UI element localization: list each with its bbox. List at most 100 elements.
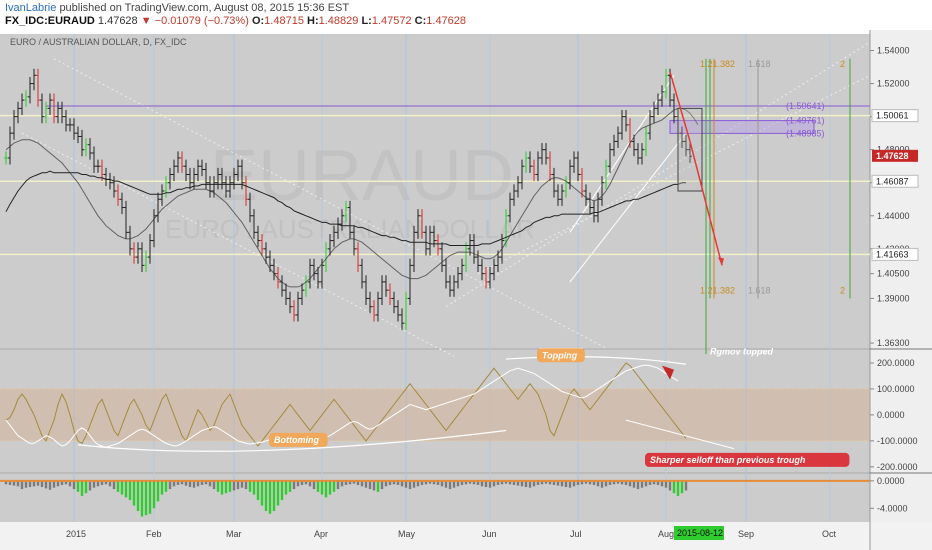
histogram-bar [680,480,684,494]
fib-label-bottom: 1.618 [748,285,771,295]
histogram-bar [232,480,236,491]
time-tick-label: Oct [822,529,837,539]
histogram-bar [288,480,292,492]
histogram-bar [136,480,140,512]
histogram-bar [684,480,688,491]
histogram-bar [568,480,572,488]
histogram-bar [252,480,256,495]
oscillator-tick-label: -100.0000 [877,436,918,446]
histogram-bar [220,480,224,495]
level-tag-label: 1.50061 [876,111,909,121]
low-value: 1.47572 [371,15,412,27]
histogram-bar [144,480,148,516]
histogram-bar [284,480,288,495]
histogram-bar [224,480,228,494]
histogram-bar [636,480,640,490]
histogram-bar [168,480,172,490]
price-tick-label: 1.40500 [877,269,910,279]
close-label: C: [414,15,427,27]
histogram-bar [600,480,604,488]
chart-title: EURO / AUSTRALIAN DOLLAR, D, FX_IDC [10,37,187,47]
time-tick-label: May [398,529,416,539]
symbol-label[interactable]: FX_IDC:EURAUD [5,15,95,27]
price-tick-label: 1.44000 [877,211,910,221]
low-label: L: [361,15,372,27]
histogram-bar [328,480,332,495]
zone-label: (1.48985) [786,128,825,138]
fib-label-top: 2 [840,59,845,69]
zone-label: (1.49761) [786,116,825,126]
histogram-bar [92,480,96,488]
time-tick-label: Feb [146,529,162,539]
published-text: published on TradingView.com, August 08,… [59,2,350,14]
oscillator-tick-label: -200.0000 [877,462,918,472]
histogram-bar [332,480,336,492]
histogram-bar [368,480,372,490]
time-tick-label: Jun [482,529,497,539]
histogram-bar [632,480,636,488]
time-tick-label: Aug [658,529,674,539]
down-arrow-icon: ▼ [140,15,152,27]
histogram-bar [376,480,380,492]
histogram-bar [212,480,216,490]
histogram-bar [160,480,164,495]
histogram-bar [324,480,328,498]
histogram-bar [124,480,128,498]
zone-label: (1.50641) [786,101,825,111]
histogram-bar [320,480,324,495]
histogram-bar [20,480,24,490]
histogram-tick-label: 0.0000 [877,476,905,486]
histogram-bar [408,480,412,490]
time-tick-label: Mar [226,529,242,539]
price-tick-label: 1.52000 [877,79,910,89]
histogram-bar [664,480,668,488]
histogram-bar [268,480,272,514]
oscillator-band [0,388,870,441]
histogram-bar [448,480,452,490]
histogram-bar [676,480,680,496]
histogram-bar [248,480,252,492]
histogram-bar [312,480,316,490]
histogram-bar [272,480,276,512]
time-axis-bg [0,522,932,550]
oscillator-tick-label: 0.0000 [877,410,905,420]
close-value: 1.47628 [426,15,467,27]
author-link[interactable]: IvanLabrie [5,2,56,14]
histogram-bar [52,480,56,488]
histogram-bar [380,480,384,490]
histogram-bar [452,480,456,488]
histogram-bar [404,480,408,488]
time-tick-label: Apr [314,529,328,539]
histogram-bar [228,480,232,492]
histogram-bar [488,480,492,488]
price-tick-label: 1.39000 [877,293,910,303]
oscillator-tick-label: 200.0000 [877,358,915,368]
histogram-bar [444,480,448,488]
histogram-bar [264,480,268,512]
price-tick-label: 1.36300 [877,338,910,348]
histogram-bar [84,480,88,494]
histogram-tick-label: -4.0000 [877,503,908,513]
histogram-bar [156,480,160,502]
histogram-bar [292,480,296,490]
histogram-bar [24,480,28,488]
histogram-bar [148,480,152,514]
histogram-bar [316,480,320,492]
histogram-bar [244,480,248,490]
oscillator-annotation: Rgmov topped [710,347,773,357]
watermark-symbol: EURAUD [210,136,514,216]
price-tag-label: 1.47628 [876,151,909,161]
histogram-bar [80,480,84,496]
high-label: H: [307,15,319,27]
histogram-bar [48,480,52,490]
histogram-bar [116,480,120,492]
histogram-bar [132,480,136,506]
histogram-bar [152,480,156,509]
histogram-bar [72,480,76,490]
histogram-bar [640,480,644,488]
histogram-bar [276,480,280,506]
time-tick-label: 2015 [66,529,86,539]
chart-canvas[interactable]: EURAUDEURO / AUSTRALIAN DOLLAREURO / AUS… [0,30,932,550]
oscillator-tick-label: 100.0000 [877,384,915,394]
histogram-bar [140,480,144,517]
